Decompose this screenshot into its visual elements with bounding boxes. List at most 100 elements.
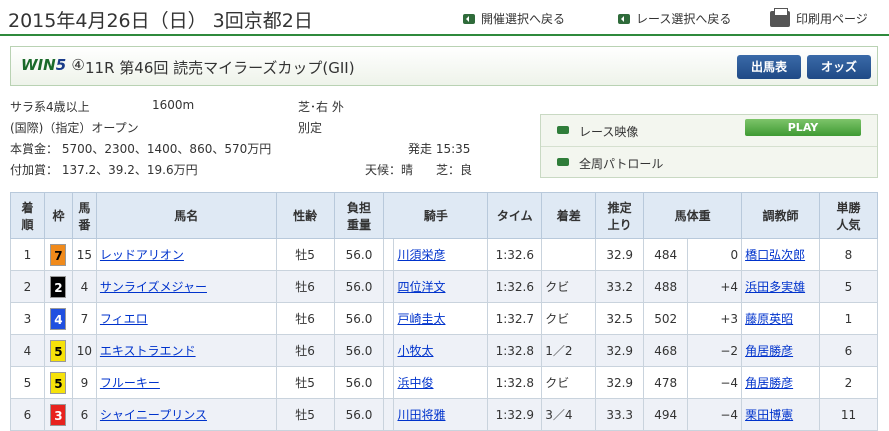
bracket-badge: 3	[50, 403, 67, 426]
print-page-link[interactable]: 印刷用ページ	[770, 7, 868, 27]
trainer-name[interactable]: 浜田多実雄	[741, 270, 820, 303]
horse-name[interactable]: レッドアリオン	[95, 238, 277, 271]
horse-number: 9	[71, 366, 97, 399]
table-row: 1 7 15 レッドアリオン 牡5 56.0 川須栄彦 1:32.6 32.9 484 0 橋口弘次郎…	[10, 238, 879, 271]
horse-name-link[interactable]: サンライズメジャー	[100, 280, 207, 294]
popularity: 11	[818, 398, 879, 431]
spacer-cell	[383, 334, 395, 367]
last-furlongs: 33.2	[595, 270, 645, 303]
trainer-name[interactable]: 角居勝彦	[741, 366, 820, 399]
trainer-name[interactable]: 橋口弘次郎	[741, 238, 820, 271]
entries-button[interactable]: 出馬表	[737, 55, 801, 79]
bracket-badge: 2	[50, 275, 67, 298]
sex-age: 牡5	[275, 238, 335, 271]
bracket-number: 4	[43, 302, 73, 335]
trainer-name-link[interactable]: 栗田博憲	[745, 408, 793, 422]
table-row: 3 4 7 フィエロ 牡6 56.0 戸崎圭太 1:32.7 クビ 32.5 502 +3 藤原英昭 1	[10, 302, 879, 335]
trainer-name[interactable]: 藤原英昭	[741, 302, 820, 335]
jockey-name-link[interactable]: 浜中俊	[397, 376, 433, 390]
body-weight: 502	[643, 302, 689, 335]
finish-position: 2	[10, 270, 45, 303]
horse-name-link[interactable]: シャイニープリンス	[100, 408, 207, 422]
sex-age: 牡5	[275, 398, 335, 431]
jockey-name[interactable]: 戸崎圭太	[393, 302, 489, 335]
trainer-name-link[interactable]: 角居勝彦	[745, 344, 793, 358]
spacer-cell	[383, 270, 395, 303]
bracket-badge: 4	[50, 307, 67, 330]
margin: クビ	[541, 302, 597, 335]
jockey-name[interactable]: 川田将雅	[393, 398, 489, 431]
jockey-name[interactable]: 川須栄彦	[393, 238, 489, 271]
table-row: 6 3 6 シャイニープリンス 牡5 56.0 川田将雅 1:32.9 3／4 33.3 494 −4…	[10, 398, 879, 431]
trainer-name[interactable]: 栗田博憲	[741, 398, 820, 431]
play-button[interactable]: PLAY	[745, 119, 861, 136]
finish-time: 1:32.6	[487, 238, 543, 271]
column-header: 馬名	[95, 192, 277, 239]
spacer-cell	[383, 366, 395, 399]
spacer-cell	[383, 238, 395, 271]
added-prize: 付加賞： 137.2、39.2、19.6万円	[10, 163, 198, 177]
body-weight-change: −4	[687, 398, 743, 431]
body-weight-change: −4	[687, 366, 743, 399]
jockey-name-link[interactable]: 小牧太	[397, 344, 433, 358]
trainer-name-link[interactable]: 藤原英昭	[745, 312, 793, 326]
jockey-name[interactable]: 小牧太	[393, 334, 489, 367]
horse-name[interactable]: サンライズメジャー	[95, 270, 277, 303]
horse-name[interactable]: シャイニープリンス	[95, 398, 277, 431]
finish-position: 5	[10, 366, 45, 399]
page-title: 2015年4月26日（日） 3回京都2日	[8, 10, 313, 32]
horse-number: 7	[71, 302, 97, 335]
results-table: 着順枠馬番馬名 性齢 負担 重量 騎手 タイム 着差 推定 上り 馬体重 調教師 単勝 人気 1 7 15 レ…	[10, 192, 879, 431]
trainer-name-link[interactable]: 浜田多実雄	[745, 280, 805, 294]
weight-rule: 別定	[298, 121, 323, 135]
table-row: 4 5 10 エキストラエンド 牡6 56.0 小牧太 1:32.8 1／2 32.9 468 −2 角…	[10, 334, 879, 367]
finish-time: 1:32.8	[487, 334, 543, 367]
jockey-name-link[interactable]: 川田将雅	[397, 408, 445, 422]
body-weight-change: −2	[687, 334, 743, 367]
jockey-name[interactable]: 四位洋文	[393, 270, 489, 303]
popularity: 8	[818, 238, 879, 271]
horse-name-link[interactable]: エキストラエンド	[100, 344, 196, 358]
win5-logo: WIN5 ④	[21, 56, 85, 74]
last-furlongs: 32.9	[595, 238, 645, 271]
column-header: 枠	[43, 192, 73, 239]
jockey-name-link[interactable]: 四位洋文	[397, 280, 445, 294]
back-to-meeting-link[interactable]: 開催選択へ戻る	[463, 10, 565, 27]
sex-age: 牡6	[275, 302, 335, 335]
horse-name[interactable]: フルーキー	[95, 366, 277, 399]
top-bar: 2015年4月26日（日） 3回京都2日 開催選択へ戻る レース選択へ戻る 印刷…	[0, 0, 889, 36]
last-furlongs: 32.5	[595, 302, 645, 335]
column-header: 着順	[10, 192, 45, 239]
horse-name-link[interactable]: フィエロ	[100, 312, 148, 326]
jockey-name-link[interactable]: 川須栄彦	[397, 248, 445, 262]
jockey-name-link[interactable]: 戸崎圭太	[397, 312, 445, 326]
finish-time: 1:32.8	[487, 366, 543, 399]
carried-weight: 56.0	[333, 366, 385, 399]
race-distance: 1600m	[152, 98, 195, 112]
horse-name[interactable]: フィエロ	[95, 302, 277, 335]
patrol-video-row[interactable]: 全周パトロール	[541, 146, 877, 177]
race-condition: (国際)（指定）オープン	[10, 121, 139, 135]
track-condition: 芝：良	[436, 163, 473, 177]
jockey-name[interactable]: 浜中俊	[393, 366, 489, 399]
body-weight-change: +4	[687, 270, 743, 303]
trainer-name-link[interactable]: 橋口弘次郎	[745, 248, 805, 262]
horse-name-link[interactable]: フルーキー	[100, 376, 160, 390]
horse-number: 10	[71, 334, 97, 367]
video-icon	[557, 158, 569, 166]
back-arrow-icon	[463, 13, 475, 24]
back-to-race-link[interactable]: レース選択へ戻る	[618, 10, 731, 27]
horse-name-link[interactable]: レッドアリオン	[100, 248, 184, 262]
trainer-name-link[interactable]: 角居勝彦	[745, 376, 793, 390]
column-header: 馬番	[71, 192, 97, 239]
race-class: サラ系4歳以上	[10, 100, 90, 114]
bracket-number: 5	[43, 334, 73, 367]
race-course: 芝･右 外	[298, 100, 344, 114]
trainer-name[interactable]: 角居勝彦	[741, 334, 820, 367]
horse-name[interactable]: エキストラエンド	[95, 334, 277, 367]
popularity: 5	[818, 270, 879, 303]
odds-button[interactable]: オッズ	[807, 55, 871, 79]
bracket-number: 2	[43, 270, 73, 303]
carried-weight: 56.0	[333, 270, 385, 303]
finish-position: 3	[10, 302, 45, 335]
